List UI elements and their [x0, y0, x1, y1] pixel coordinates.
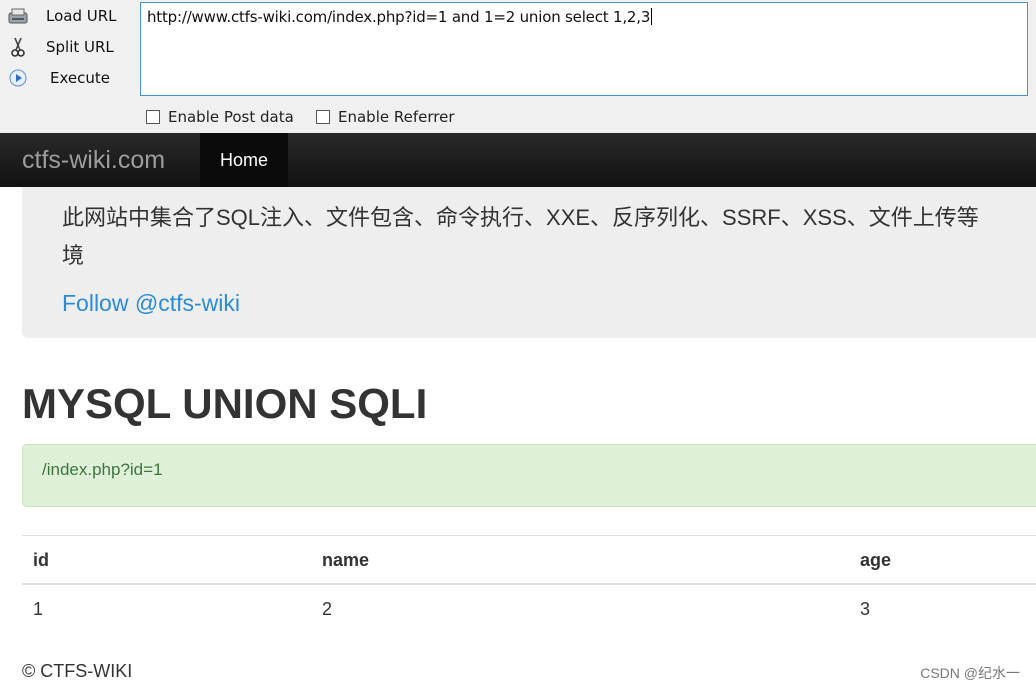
load-url-icon: [6, 5, 30, 27]
execute-label: Execute: [50, 69, 110, 87]
results-table: id name age 1 2 3: [22, 535, 1036, 633]
query-alert-text: /index.php?id=1: [42, 460, 163, 479]
cell-name: 2: [322, 599, 333, 619]
play-icon: [6, 67, 30, 89]
split-url-button[interactable]: Split URL: [6, 35, 114, 59]
text-caret: [651, 8, 653, 25]
checkbox-box[interactable]: [146, 110, 160, 124]
header-age: age: [860, 550, 892, 570]
split-url-label: Split URL: [46, 38, 114, 56]
follow-link[interactable]: Follow @ctfs-wiki: [62, 290, 240, 317]
header-name: name: [322, 550, 370, 570]
enable-post-data-label: Enable Post data: [168, 108, 294, 126]
table-header-row: id name age: [22, 535, 1036, 585]
header-id: id: [33, 550, 49, 570]
table-row: 1 2 3: [22, 585, 1036, 633]
nav-home-link[interactable]: Home: [200, 133, 288, 187]
execute-button[interactable]: Execute: [6, 66, 110, 90]
checkbox-box[interactable]: [316, 110, 330, 124]
watermark: CSDN @纪水一: [920, 665, 1020, 681]
jumbotron-description-cont: 境: [62, 243, 85, 268]
query-alert: /index.php?id=1: [22, 444, 1036, 507]
enable-post-data-checkbox[interactable]: Enable Post data: [146, 108, 294, 126]
load-url-label: Load URL: [46, 7, 117, 25]
cell-age: 3: [860, 599, 871, 619]
page-title: MYSQL UNION SQLI: [22, 380, 428, 427]
site-navbar: ctfs-wiki.com Home: [0, 133, 1036, 187]
jumbotron-description: 此网站中集合了SQL注入、文件包含、命令执行、XXE、反序列化、SSRF、XSS…: [62, 205, 979, 230]
enable-referrer-label: Enable Referrer: [338, 108, 455, 126]
scissors-icon: [6, 36, 30, 58]
url-text: http://www.ctfs-wiki.com/index.php?id=1 …: [147, 8, 651, 26]
url-textarea[interactable]: http://www.ctfs-wiki.com/index.php?id=1 …: [140, 2, 1028, 96]
footer-copyright: © CTFS-WIKI: [22, 661, 133, 681]
jumbotron: 此网站中集合了SQL注入、文件包含、命令执行、XXE、反序列化、SSRF、XSS…: [22, 187, 1036, 338]
enable-referrer-checkbox[interactable]: Enable Referrer: [316, 108, 454, 126]
cell-id: 1: [33, 599, 44, 619]
load-url-button[interactable]: Load URL: [6, 4, 117, 28]
brand-link[interactable]: ctfs-wiki.com: [22, 146, 165, 175]
hackbar-toolbar: Load URL Split URL Execute http://www.ct…: [0, 0, 1036, 133]
